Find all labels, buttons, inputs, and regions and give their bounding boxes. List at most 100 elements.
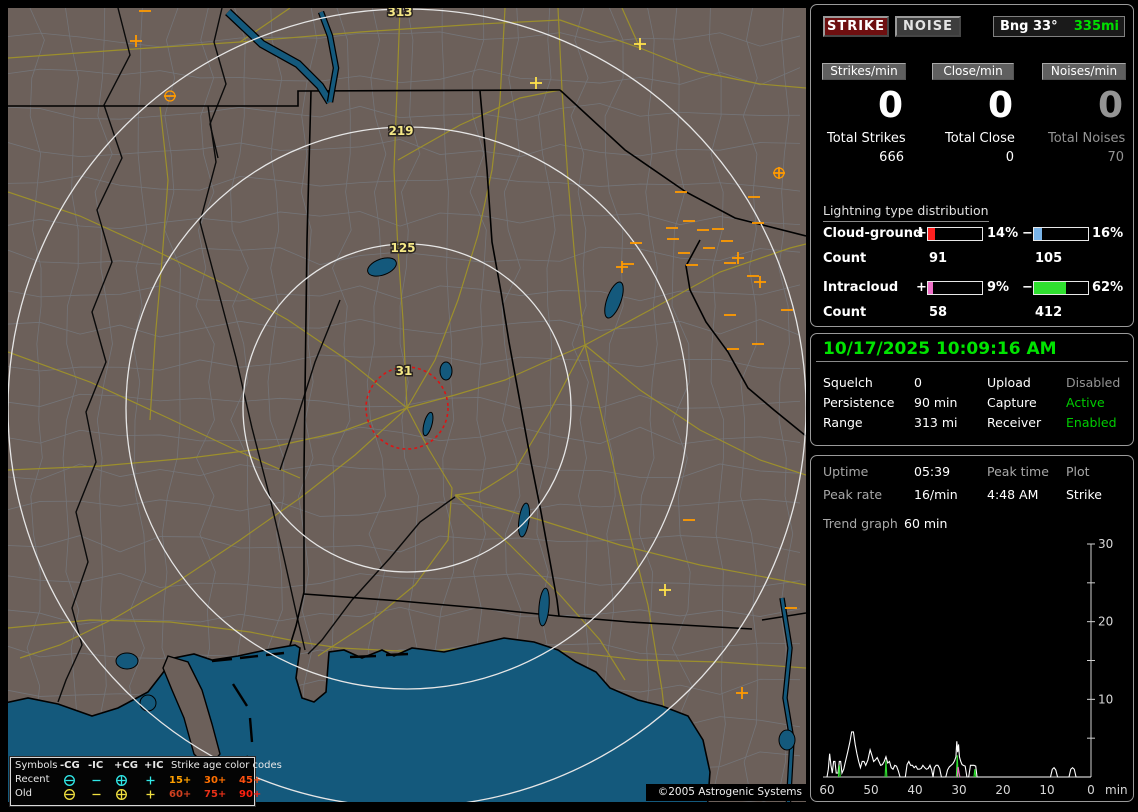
legend-col-neg-ic: -IC xyxy=(88,760,104,771)
legend-col-neg-cg: -CG xyxy=(60,760,80,771)
trend-x-tick-label: 0 xyxy=(1087,783,1095,797)
range-value: 335mi xyxy=(1073,19,1119,34)
age-code-45plus: 45+ xyxy=(239,775,262,786)
age-code-15plus: 15+ xyxy=(169,775,192,786)
stats-panel: STRIKE NOISE Bng 33° 335mi Strikes/min C… xyxy=(810,4,1134,327)
intracloud-count-row: Count 58 412 xyxy=(811,305,1133,321)
ic-minus-pct: 62% xyxy=(1092,280,1124,295)
age-code-75plus: 75+ xyxy=(204,789,227,800)
squelch-label: Squelch xyxy=(823,375,873,390)
uptime-label: Uptime xyxy=(823,464,869,479)
cg-plus-bar xyxy=(927,227,983,241)
trend-series-intracloud-neg xyxy=(837,765,841,778)
trend-chart: 10 20 30 60 50 40 30 20 10 0 min xyxy=(819,537,1128,797)
peak-rate-label: Peak rate xyxy=(823,487,883,502)
cg-plus-count: 91 xyxy=(929,251,948,266)
ic-plus-bar xyxy=(927,281,983,295)
legend-row-recent-label: Recent xyxy=(15,774,50,785)
intracloud-row: Intracloud + 9% − 62% xyxy=(811,280,1133,296)
ic-minus-count: 412 xyxy=(1035,305,1063,320)
legend-col-pos-ic: +IC xyxy=(144,760,164,771)
trend-series-intracloud-neg xyxy=(884,760,888,778)
persistence-value: 90 min xyxy=(914,395,958,410)
lake xyxy=(778,729,796,751)
ic-plus-count: 58 xyxy=(929,305,948,320)
trend-x-tick-label: 60 xyxy=(819,783,834,797)
minus-symbol-icon xyxy=(90,788,103,804)
total-close-value: 0 xyxy=(1005,150,1014,165)
trend-axes xyxy=(823,543,1095,778)
age-code-90plus: 90+ xyxy=(239,789,262,800)
trend-panel: Uptime 05:39 Peak time Plot Peak rate 16… xyxy=(810,455,1134,802)
app-window: { "map": { "copyright": "©2005 Astrogeni… xyxy=(0,0,1138,812)
count-label: Count xyxy=(823,251,867,266)
intracloud-label: Intracloud xyxy=(823,280,899,295)
plus-symbol-icon xyxy=(144,788,157,804)
receiver-label: Receiver xyxy=(987,415,1042,430)
receiver-status: Enabled xyxy=(1066,415,1117,430)
peak-time-label: Peak time xyxy=(987,464,1049,479)
upload-label: Upload xyxy=(987,375,1031,390)
circle-plus-symbol-icon xyxy=(115,788,128,804)
uptime-value: 05:39 xyxy=(914,464,951,479)
age-code-60plus: 60+ xyxy=(169,789,192,800)
cg-minus-count: 105 xyxy=(1035,251,1063,266)
total-close-label: Total Close xyxy=(945,131,1015,146)
close-per-min-chip[interactable]: Close/min xyxy=(932,63,1014,80)
cloud-ground-label: Cloud-ground xyxy=(823,226,923,241)
ring-distance-label: 313 xyxy=(387,8,412,19)
bearing-range-display: Bng 33° 335mi xyxy=(993,16,1125,37)
strikes-per-min-chip[interactable]: Strikes/min xyxy=(822,63,906,80)
map-canvas[interactable]: 313 219 125 31 xyxy=(8,8,806,802)
squelch-value: 0 xyxy=(914,375,922,390)
plot-mode-value: Strike xyxy=(1066,487,1102,502)
circle-minus-symbol-icon xyxy=(63,788,76,804)
trend-series-intracloud-neg xyxy=(973,769,977,778)
minus-sign: − xyxy=(1022,280,1033,295)
noise-toggle-button[interactable]: NOISE xyxy=(895,16,961,37)
trend-x-tick-label: 30 xyxy=(951,783,966,797)
lake xyxy=(139,694,157,712)
noises-per-min-chip[interactable]: Noises/min xyxy=(1042,63,1126,80)
peak-rate-value: 16/min xyxy=(914,487,958,502)
strike-toggle-button[interactable]: STRIKE xyxy=(823,16,889,37)
close-per-min-value: 0 xyxy=(987,85,1013,126)
minus-sign: − xyxy=(1022,226,1033,241)
distribution-header: Lightning type distribution xyxy=(823,203,989,222)
trend-y-tick-label: 20 xyxy=(1098,615,1113,629)
datetime-display: 10/17/2025 10:09:16 AM xyxy=(823,339,1057,359)
total-strikes-label: Total Strikes xyxy=(827,131,906,146)
range-value: 313 mi xyxy=(914,415,958,430)
map-copyright: ©2005 Astrogenic Systems xyxy=(646,784,806,801)
legend-age-header: Strike age color codes xyxy=(171,760,282,771)
ring-distance-label: 125 xyxy=(390,241,415,255)
total-strikes-value: 666 xyxy=(879,150,904,165)
range-label: Range xyxy=(823,415,863,430)
total-noises-label: Total Noises xyxy=(1048,131,1126,146)
persistence-label: Persistence xyxy=(823,395,895,410)
ring-distance-label: 219 xyxy=(388,124,413,138)
lake xyxy=(115,652,139,670)
trend-x-tick-label: 50 xyxy=(863,783,878,797)
status-panel: 10/17/2025 10:09:16 AM Squelch 0 Upload … xyxy=(810,333,1134,446)
cloud-ground-count-row: Count 91 105 xyxy=(811,251,1133,267)
trend-x-tick-label: 40 xyxy=(907,783,922,797)
trend-y-tick-label: 10 xyxy=(1098,692,1113,706)
trend-graph-window: 60 min xyxy=(904,516,948,531)
trend-x-unit-label: min xyxy=(1105,783,1128,797)
bearing-value: Bng 33° xyxy=(1000,19,1058,34)
strikes-per-min-value: 0 xyxy=(877,85,903,126)
trend-x-tick-label: 10 xyxy=(1039,783,1054,797)
cg-plus-pct: 14% xyxy=(987,226,1019,241)
trend-graph-label: Trend graph xyxy=(823,516,898,531)
count-label: Count xyxy=(823,305,867,320)
ring-distance-label: 31 xyxy=(396,364,413,378)
plus-sign: + xyxy=(916,226,927,241)
peak-time-value: 4:48 AM xyxy=(987,487,1039,502)
lake xyxy=(439,361,453,381)
legend-col-pos-cg: +CG xyxy=(114,760,138,771)
plot-label: Plot xyxy=(1066,464,1090,479)
cg-minus-pct: 16% xyxy=(1092,226,1124,241)
capture-status: Active xyxy=(1066,395,1105,410)
capture-label: Capture xyxy=(987,395,1037,410)
